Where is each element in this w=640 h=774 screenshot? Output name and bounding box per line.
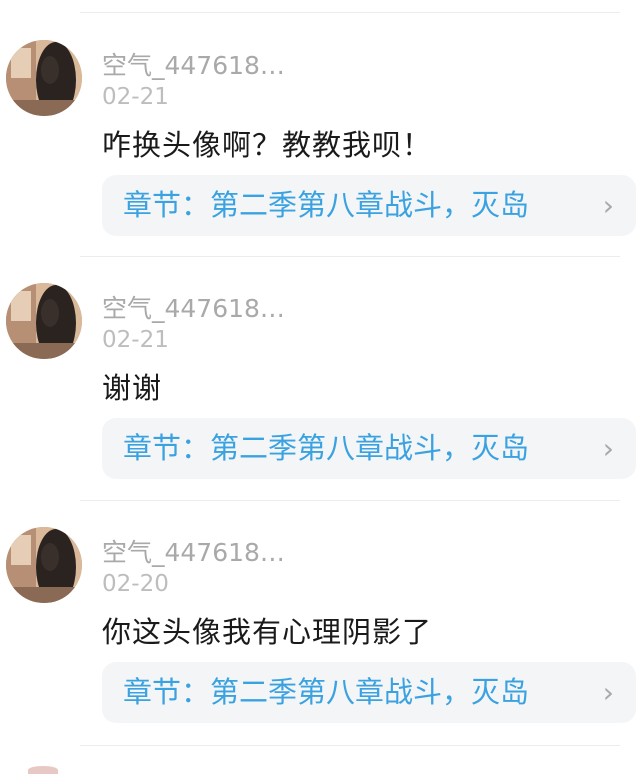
divider	[80, 12, 620, 13]
avatar-image	[6, 40, 82, 116]
chapter-label: 章节：第二季第八章战斗，灭岛	[123, 431, 530, 465]
avatar[interactable]	[6, 283, 82, 359]
comment-text: 你这头像我有心理阴影了	[102, 615, 433, 649]
avatar-image	[6, 527, 82, 603]
avatar[interactable]	[28, 766, 58, 774]
chevron-right-icon: ›	[602, 432, 614, 465]
avatar[interactable]	[6, 40, 82, 116]
divider	[80, 256, 620, 257]
comment-text: 谢谢	[102, 371, 163, 405]
username[interactable]: 空气_447618…	[102, 533, 285, 569]
divider	[80, 500, 620, 501]
divider	[80, 745, 620, 746]
comment-item: 空气_447618… 02-21 咋换头像啊？教教我呗！ 章节：第二季第八章战斗…	[0, 40, 640, 240]
comment-date: 02-21	[102, 327, 169, 353]
chapter-label: 章节：第二季第八章战斗，灭岛	[123, 675, 530, 709]
comment-date: 02-20	[102, 571, 169, 597]
chapter-label: 章节：第二季第八章战斗，灭岛	[123, 188, 530, 222]
comment-text: 咋换头像啊？教教我呗！	[102, 128, 433, 162]
chevron-right-icon: ›	[602, 676, 614, 709]
comment-item: 空气_447618… 02-21 谢谢 章节：第二季第八章战斗，灭岛 ›	[0, 283, 640, 483]
chapter-link[interactable]: 章节：第二季第八章战斗，灭岛 ›	[102, 662, 636, 723]
username[interactable]: 空气_447618…	[102, 46, 285, 82]
chapter-link[interactable]: 章节：第二季第八章战斗，灭岛 ›	[102, 175, 636, 236]
avatar-image	[6, 283, 82, 359]
username[interactable]: 空气_447618…	[102, 289, 285, 325]
comment-item: 空气_447618… 02-20 你这头像我有心理阴影了 章节：第二季第八章战斗…	[0, 527, 640, 727]
comment-date: 02-21	[102, 84, 169, 110]
chapter-link[interactable]: 章节：第二季第八章战斗，灭岛 ›	[102, 418, 636, 479]
chevron-right-icon: ›	[602, 189, 614, 222]
avatar[interactable]	[6, 527, 82, 603]
